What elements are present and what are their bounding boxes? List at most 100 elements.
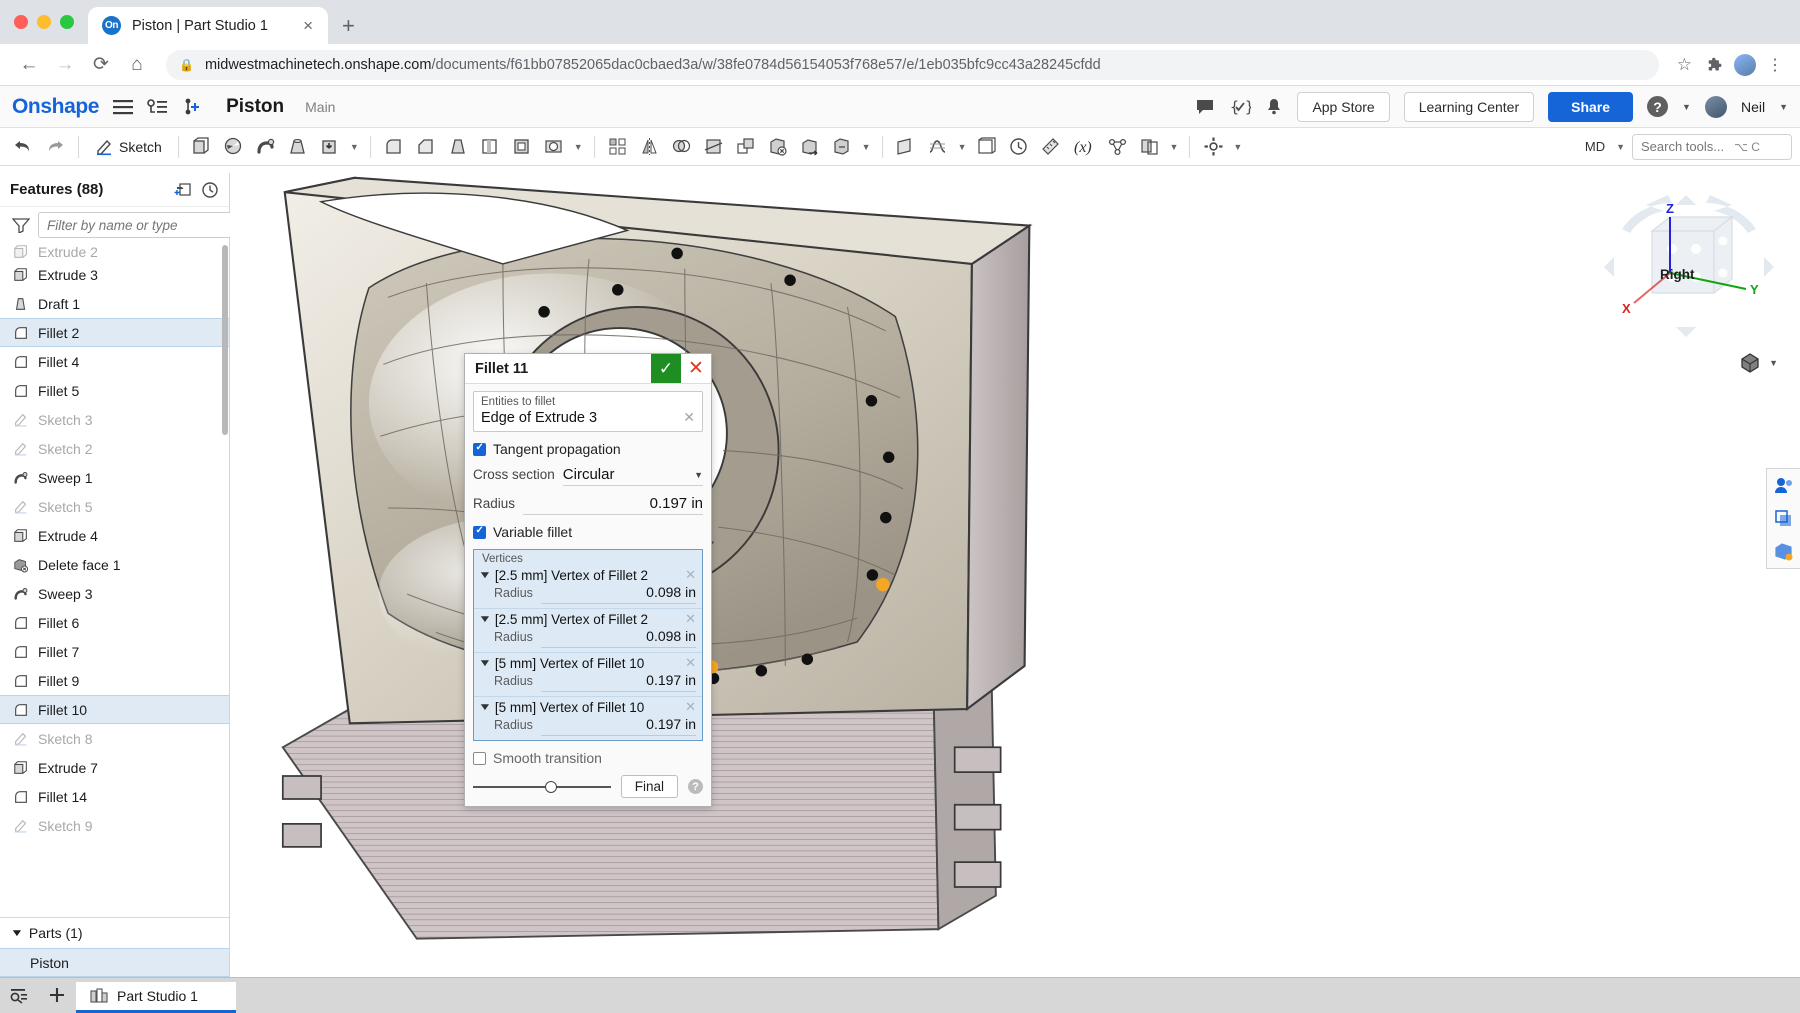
feature-tree-item[interactable]: Sketch 9 <box>0 811 229 840</box>
boolean-icon[interactable] <box>667 132 697 162</box>
view-style-chevron-down-icon[interactable]: ▼ <box>1769 358 1778 368</box>
variable-icon[interactable]: (x) <box>1068 132 1101 162</box>
split-icon[interactable] <box>699 132 729 162</box>
version-graph-icon[interactable] <box>147 98 168 116</box>
vertex-radius-input[interactable]: 0.197 in <box>541 672 696 692</box>
search-tools-input[interactable]: Search tools... ⌥ C <box>1632 134 1792 160</box>
chevron-down-icon[interactable]: ▼ <box>694 470 703 480</box>
feature-tree-item[interactable]: Extrude 7 <box>0 753 229 782</box>
user-chevron-down-icon[interactable]: ▼ <box>1779 102 1788 112</box>
final-button[interactable]: Final <box>621 775 678 798</box>
history-icon[interactable] <box>201 181 219 199</box>
rib-icon[interactable] <box>475 132 505 162</box>
view-style-button[interactable]: ▼ <box>1738 351 1778 375</box>
variable-fillet-checkbox[interactable] <box>473 526 486 539</box>
delete-face-icon[interactable] <box>763 132 793 162</box>
filter-icon[interactable] <box>12 217 30 233</box>
remove-vertex-icon[interactable]: ✕ <box>685 567 696 583</box>
curve-chevron-down-icon[interactable]: ▼ <box>955 142 970 152</box>
sketch-button[interactable]: Sketch <box>87 132 170 162</box>
thicken-icon[interactable] <box>315 132 345 162</box>
home-icon[interactable]: ⌂ <box>120 48 154 82</box>
sweep-icon[interactable] <box>251 132 281 162</box>
graphics-viewport[interactable]: Z Y X Right ▼ Fillet 11 <box>230 173 1800 977</box>
tangent-propagation-row[interactable]: Tangent propagation <box>473 441 703 457</box>
window-minimize-button[interactable] <box>37 15 51 29</box>
vertex-entry[interactable]: ▼ [2.5 mm] Vertex of Fillet 2 ✕ Radius 0… <box>474 609 702 653</box>
feature-tree-item[interactable]: Fillet 2 <box>0 318 229 347</box>
view-cube[interactable]: Z Y X Right <box>1600 191 1778 341</box>
revolve-icon[interactable] <box>219 132 249 162</box>
gear-icon[interactable] <box>1198 132 1228 162</box>
derived-icon[interactable] <box>1135 132 1165 162</box>
parts-header[interactable]: ▼ Parts (1) <box>0 918 229 948</box>
app-store-button[interactable]: App Store <box>1297 92 1389 122</box>
tab-filter-icon[interactable] <box>0 977 38 1013</box>
window-close-button[interactable] <box>14 15 28 29</box>
vertex-radius-input[interactable]: 0.098 in <box>541 628 696 648</box>
pattern-icon[interactable] <box>603 132 633 162</box>
derived-chevron-down-icon[interactable]: ▼ <box>1167 142 1182 152</box>
reference-icon[interactable] <box>972 132 1002 162</box>
chevron-down-icon[interactable]: ▼ <box>478 614 492 625</box>
help-chevron-down-icon[interactable]: ▼ <box>1682 102 1691 112</box>
feature-tree-item[interactable]: Sketch 8 <box>0 724 229 753</box>
browser-tab[interactable]: On Piston | Part Studio 1 × <box>88 7 328 44</box>
assembly-icon[interactable] <box>1103 132 1133 162</box>
feature-tree-item[interactable]: Sketch 2 <box>0 434 229 463</box>
feature-tree-item[interactable]: Extrude 3 <box>0 260 229 289</box>
chevron-down-icon[interactable]: ▼ <box>10 928 24 939</box>
draft-icon[interactable] <box>443 132 473 162</box>
render-icon[interactable] <box>1767 535 1800 568</box>
add-tab-icon[interactable] <box>38 977 76 1013</box>
hole-chevron-down-icon[interactable]: ▼ <box>571 142 586 152</box>
copy-appearance-icon[interactable] <box>1767 502 1800 535</box>
user-name[interactable]: Neil <box>1741 99 1765 115</box>
feature-tree-item[interactable]: Fillet 9 <box>0 666 229 695</box>
smooth-transition-checkbox[interactable] <box>473 752 486 765</box>
settings-chevron-down-icon[interactable]: ▼ <box>1230 142 1245 152</box>
bell-icon[interactable] <box>1265 98 1283 116</box>
extrude-icon[interactable] <box>187 132 217 162</box>
units-label[interactable]: MD <box>1581 139 1609 154</box>
feature-filter-input[interactable] <box>38 212 235 238</box>
chevron-down-icon[interactable]: ▼ <box>478 570 492 581</box>
radius-input[interactable]: 0.197 in <box>523 495 703 515</box>
hamburger-menu-icon[interactable] <box>113 99 133 115</box>
loft-icon[interactable] <box>283 132 313 162</box>
variable-fillet-row[interactable]: Variable fillet <box>473 524 703 540</box>
back-icon[interactable]: ← <box>12 48 46 82</box>
feature-tree-item[interactable]: Sketch 3 <box>0 405 229 434</box>
feature-list[interactable]: Extrude 2Extrude 3Draft 1Fillet 2Fillet … <box>0 243 229 917</box>
forward-icon[interactable]: → <box>48 48 82 82</box>
chevron-down-icon[interactable]: ▼ <box>478 658 492 669</box>
display-states-icon[interactable] <box>1767 469 1800 502</box>
close-icon[interactable]: × <box>300 17 316 34</box>
feature-tree-item[interactable]: Draft 1 <box>0 289 229 318</box>
feature-tree-item[interactable]: Fillet 14 <box>0 782 229 811</box>
new-folder-icon[interactable] <box>174 181 193 198</box>
document-title[interactable]: Piston <box>226 96 284 118</box>
remove-vertex-icon[interactable]: ✕ <box>685 655 696 671</box>
comment-icon[interactable] <box>1195 98 1215 116</box>
feature-tree-item[interactable]: Fillet 5 <box>0 376 229 405</box>
part-list-item[interactable]: Piston <box>0 948 229 977</box>
vertex-entry[interactable]: ▼ [5 mm] Vertex of Fillet 10 ✕ Radius 0.… <box>474 653 702 697</box>
radius-row[interactable]: Radius 0.197 in <box>473 495 703 515</box>
vertex-radius-input[interactable]: 0.098 in <box>541 584 696 604</box>
help-icon[interactable]: ? <box>1647 96 1668 117</box>
check-icon[interactable]: ✓ <box>651 354 681 383</box>
tasks-icon[interactable]: {} <box>1229 98 1251 116</box>
shell-icon[interactable] <box>507 132 537 162</box>
window-maximize-button[interactable] <box>60 15 74 29</box>
fillet-icon[interactable] <box>379 132 409 162</box>
create-branch-icon[interactable] <box>182 98 202 116</box>
vertex-radius-input[interactable]: 0.197 in <box>541 716 696 736</box>
feature-tree-item[interactable]: Fillet 10 <box>0 695 229 724</box>
hole-icon[interactable] <box>539 132 569 162</box>
units-chevron-down-icon[interactable]: ▼ <box>1613 142 1628 152</box>
learning-center-button[interactable]: Learning Center <box>1404 92 1534 122</box>
vertex-entry[interactable]: ▼ [5 mm] Vertex of Fillet 10 ✕ Radius 0.… <box>474 697 702 740</box>
vertex-entry[interactable]: ▼ [2.5 mm] Vertex of Fillet 2 ✕ Radius 0… <box>474 565 702 609</box>
move-face-icon[interactable] <box>795 132 825 162</box>
